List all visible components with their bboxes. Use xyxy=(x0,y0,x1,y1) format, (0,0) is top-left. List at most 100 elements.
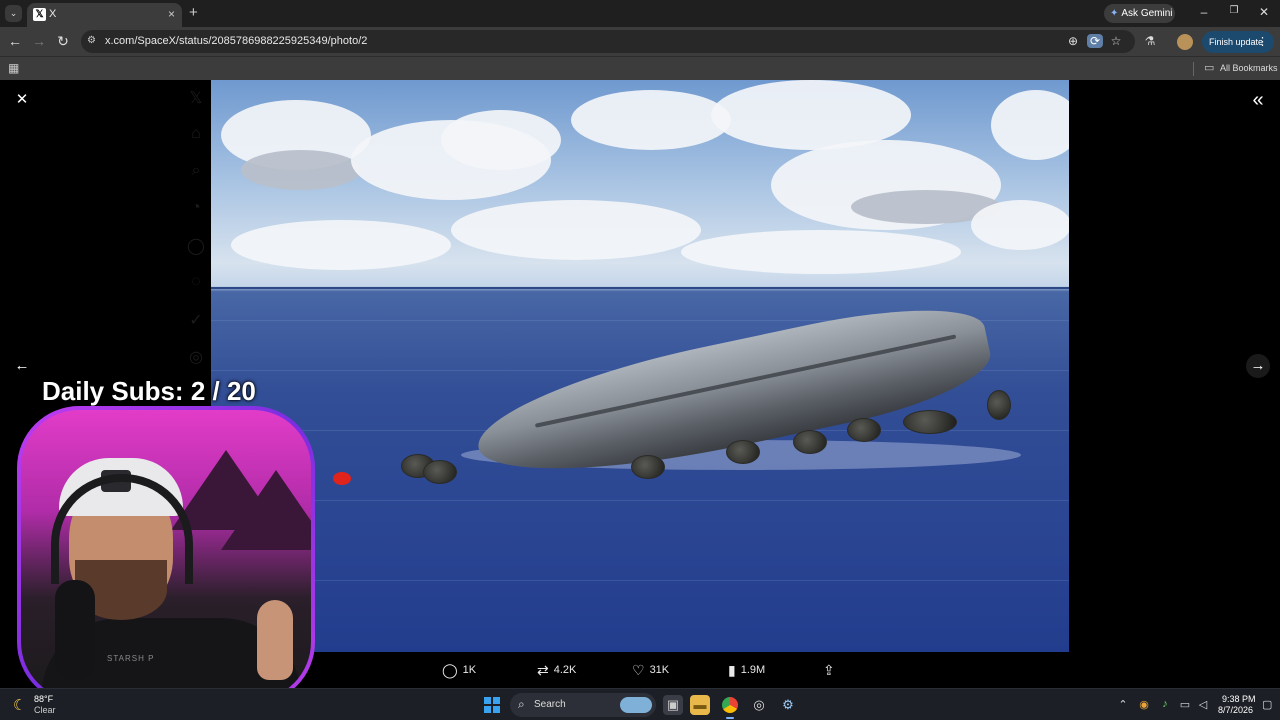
heart-icon: ♡ xyxy=(632,662,645,678)
back-button[interactable]: ← xyxy=(6,33,24,49)
reply-button[interactable]: ◯ 1K xyxy=(442,662,476,680)
task-view-icon[interactable]: ▣ xyxy=(663,695,683,715)
webcam-feed: STARSH P xyxy=(21,410,311,700)
view-count: 1.9M xyxy=(740,664,766,676)
ask-gemini-button[interactable]: ✦ Ask Gemini xyxy=(1104,4,1175,23)
like-button[interactable]: ♡ 31K xyxy=(632,662,669,680)
bookmarks-divider xyxy=(1193,62,1194,76)
close-viewer-button[interactable]: ✕ xyxy=(10,88,34,112)
bookmarks-bar: ▦ ▭ All Bookmarks xyxy=(0,56,1280,80)
volume-icon[interactable]: ◁ xyxy=(1196,698,1210,711)
tab-title: X xyxy=(49,8,57,20)
bell-icon: ◔ xyxy=(191,199,201,216)
cloud xyxy=(441,110,561,170)
zoom-icon[interactable]: ⊕ xyxy=(1065,34,1081,48)
message-icon: ◯ xyxy=(187,238,205,255)
network-icon[interactable]: ▭ xyxy=(1178,698,1192,711)
finish-update-label: Finish update xyxy=(1209,37,1264,47)
finish-update-button[interactable]: Finish update ⋮ xyxy=(1202,31,1274,53)
new-tab-button[interactable]: + xyxy=(189,4,198,21)
translate-icon[interactable]: ⟳ xyxy=(1087,34,1103,48)
chrome-icon[interactable] xyxy=(720,695,740,719)
folder-icon: ▭ xyxy=(1204,62,1215,74)
site-info-icon[interactable]: ⚙ xyxy=(87,35,101,48)
wave-line xyxy=(211,500,1069,501)
minimize-button[interactable]: – xyxy=(1194,5,1214,19)
weather-condition[interactable]: Clear xyxy=(34,705,56,715)
sub-goal-overlay: Daily Subs: 2 / 20 xyxy=(42,376,256,406)
collapse-panel-button[interactable]: « xyxy=(1246,88,1270,112)
post-photo[interactable] xyxy=(211,80,1069,652)
tab-close-icon[interactable]: × xyxy=(168,7,175,21)
backdrop-shape xyxy=(221,470,311,550)
cloud xyxy=(681,230,961,274)
fender xyxy=(726,440,760,464)
close-window-button[interactable]: ✕ xyxy=(1254,5,1274,19)
views-button[interactable]: ▮ 1.9M xyxy=(728,662,765,680)
tab-x[interactable]: 𝕏 X × xyxy=(27,3,182,27)
cloud xyxy=(971,200,1069,250)
microphone-icon[interactable]: ♪ xyxy=(1158,698,1172,710)
cloud xyxy=(571,90,731,150)
webcam-overlay: STARSH P xyxy=(17,406,315,704)
profile-avatar[interactable] xyxy=(1177,34,1193,50)
cloud xyxy=(231,220,451,270)
taskbar-search[interactable]: ⌕ Search xyxy=(510,693,656,717)
show-hidden-icons[interactable]: ⌃ xyxy=(1116,698,1130,711)
menu-dots-icon: ⋮ xyxy=(1257,36,1268,48)
start-button[interactable] xyxy=(484,697,500,713)
streamer-hand xyxy=(257,600,293,680)
address-bar[interactable]: ⚙ x.com/SpaceX/status/208578698822592534… xyxy=(81,30,1135,53)
fender xyxy=(903,410,957,434)
apps-grid-icon[interactable]: ▦ xyxy=(8,61,19,75)
clock-time[interactable]: 9:38 PM xyxy=(1222,694,1256,704)
shirt-text: STARSH P xyxy=(107,654,155,663)
tab-strip: ⌄ 𝕏 X × + ✦ Ask Gemini – ❐ ✕ xyxy=(0,0,1280,27)
x-logo-icon: 𝕏 xyxy=(189,90,203,107)
reload-button[interactable]: ↻ xyxy=(54,33,72,50)
reply-icon: ◯ xyxy=(442,662,458,678)
home-icon: ⌂ xyxy=(191,125,201,142)
previous-photo-button[interactable]: ← xyxy=(10,354,34,378)
search-icon: ⌕ xyxy=(518,697,525,711)
repost-icon: ⇄ xyxy=(537,662,549,678)
search-highlight-art xyxy=(620,697,652,713)
ask-gemini-label: Ask Gemini xyxy=(1121,8,1173,19)
search-icon: ⌕ xyxy=(191,162,201,179)
moon-icon[interactable]: ☾ xyxy=(13,696,26,714)
cloud xyxy=(991,90,1069,160)
x-logo-icon: 𝕏 xyxy=(33,8,46,21)
dimmed-sidebar: 𝕏 ⌂ ⌕ ◔ ◯ ◌ ✓ ◎ xyxy=(184,88,208,384)
tab-search-button[interactable]: ⌄ xyxy=(5,5,22,22)
like-count: 31K xyxy=(649,664,670,676)
repost-count: 4.2K xyxy=(553,664,577,676)
clock-date[interactable]: 8/7/2026 xyxy=(1218,705,1253,715)
forward-button[interactable]: → xyxy=(30,33,48,49)
fender xyxy=(987,390,1011,420)
search-label: Search xyxy=(534,699,566,710)
grok-icon: ◌ xyxy=(191,273,201,290)
obs-icon[interactable]: ◎ xyxy=(749,695,769,715)
maximize-button[interactable]: ❐ xyxy=(1224,5,1244,16)
bookmark-star-icon[interactable]: ☆ xyxy=(1108,34,1124,48)
notification-icon[interactable]: ▢ xyxy=(1262,698,1272,711)
horizon-line xyxy=(211,287,1069,289)
repost-button[interactable]: ⇄ 4.2K xyxy=(537,662,576,680)
steam-icon[interactable]: ⚙ xyxy=(778,695,798,715)
url-text[interactable]: x.com/SpaceX/status/2085786988225925349/… xyxy=(105,35,367,47)
microphone xyxy=(55,580,95,680)
share-button[interactable]: ⇪ xyxy=(823,662,840,680)
next-photo-button[interactable]: → xyxy=(1246,354,1270,378)
wave-line xyxy=(211,580,1069,581)
fender xyxy=(793,430,827,454)
gemini-spark-icon: ✦ xyxy=(1110,8,1119,19)
fender xyxy=(847,418,881,442)
booster-stripe xyxy=(534,334,957,428)
tray-app-icon[interactable]: ◉ xyxy=(1137,698,1151,711)
weather-temperature[interactable]: 88°F xyxy=(34,694,53,704)
cloud xyxy=(451,200,701,260)
extensions-icon[interactable]: ⚗ xyxy=(1142,34,1158,48)
all-bookmarks-link[interactable]: All Bookmarks xyxy=(1220,63,1278,73)
file-explorer-icon[interactable]: ▬ xyxy=(690,695,710,715)
share-icon: ⇪ xyxy=(823,662,835,678)
